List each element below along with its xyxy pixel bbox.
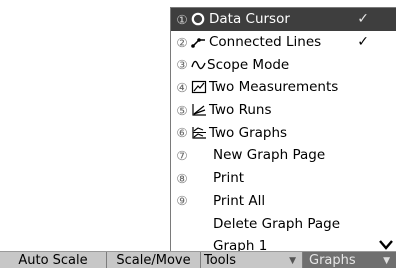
two-graphs-icon bbox=[191, 125, 211, 141]
menu-item-two-runs[interactable]: ⑤ Two Runs bbox=[171, 99, 396, 122]
dropdown-arrow-icon: ▼ bbox=[289, 256, 296, 266]
checkmark-icon: ✓ bbox=[357, 34, 369, 51]
menu-item-delete-graph-page[interactable]: Delete Graph Page bbox=[171, 212, 396, 235]
menu-item-connected-lines[interactable]: ② Connected Lines ✓ bbox=[171, 31, 396, 54]
menu-item-two-graphs[interactable]: ⑥ Two Graphs bbox=[171, 121, 396, 144]
two-measurements-icon bbox=[191, 79, 211, 95]
scale-move-label: Scale/Move bbox=[116, 252, 191, 268]
menu-item-label: Connected Lines bbox=[209, 34, 322, 51]
menu-item-label: Two Graphs bbox=[209, 124, 288, 141]
menu-item-new-graph-page[interactable]: ⑦ New Graph Page bbox=[171, 144, 396, 167]
graphs-menu-button[interactable]: Graphs ▼ bbox=[303, 252, 396, 268]
shortcut-number-6: ⑥ bbox=[176, 125, 188, 141]
tools-menu-button[interactable]: Tools ▼ bbox=[201, 252, 303, 268]
chevron-down-icon[interactable] bbox=[378, 236, 394, 250]
shortcut-number-4: ④ bbox=[176, 79, 188, 95]
tools-label: Tools bbox=[204, 252, 237, 268]
menu-item-data-cursor[interactable]: ① Data Cursor ✓ bbox=[171, 8, 396, 31]
auto-scale-label: Auto Scale bbox=[18, 252, 88, 268]
menu-item-print[interactable]: ⑧ Print bbox=[171, 167, 396, 190]
auto-scale-button[interactable]: Auto Scale bbox=[0, 252, 107, 268]
scale-move-button[interactable]: Scale/Move bbox=[107, 252, 201, 268]
circle-icon bbox=[191, 11, 211, 27]
shortcut-number-3: ③ bbox=[176, 57, 188, 73]
bottom-toolbar: Auto Scale Scale/Move Tools ▼ Graphs ▼ bbox=[0, 251, 396, 268]
menu-item-label: Data Cursor bbox=[209, 11, 290, 28]
graphs-label: Graphs bbox=[309, 252, 356, 268]
graphs-dropdown-menu: ① Data Cursor ✓ ② Connected Lines ✓ ③ Sc… bbox=[170, 7, 396, 254]
connected-lines-icon bbox=[191, 34, 211, 50]
menu-item-label: Delete Graph Page bbox=[213, 215, 341, 232]
menu-item-label: Print bbox=[213, 170, 245, 187]
menu-item-scope-mode[interactable]: ③ Scope Mode bbox=[171, 53, 396, 76]
checkmark-icon: ✓ bbox=[357, 11, 369, 28]
menu-item-label: Two Runs bbox=[209, 102, 272, 119]
menu-item-label: Print All bbox=[213, 192, 266, 209]
shortcut-number-1: ① bbox=[176, 11, 188, 27]
shortcut-number-8: ⑧ bbox=[176, 170, 188, 186]
menu-item-two-measurements[interactable]: ④ Two Measurements bbox=[171, 76, 396, 99]
menu-item-label: Two Measurements bbox=[209, 79, 339, 96]
shortcut-number-5: ⑤ bbox=[176, 102, 188, 118]
dropdown-arrow-icon: ▼ bbox=[383, 256, 390, 266]
shortcut-number-7: ⑦ bbox=[176, 147, 188, 163]
menu-item-label: New Graph Page bbox=[213, 147, 326, 164]
two-runs-icon bbox=[191, 102, 211, 118]
menu-item-label: Scope Mode bbox=[207, 56, 290, 73]
shortcut-number-9: ⑨ bbox=[176, 193, 188, 209]
shortcut-number-2: ② bbox=[176, 34, 188, 50]
menu-item-print-all[interactable]: ⑨ Print All bbox=[171, 190, 396, 213]
